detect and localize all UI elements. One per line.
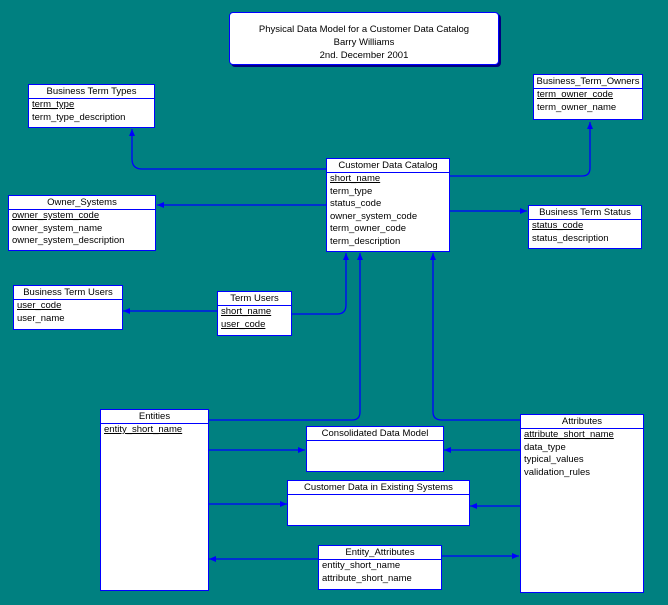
entity-attribute: attribute_short_name (322, 572, 412, 584)
entity-attribute: typical_values (524, 454, 584, 465)
entity-customer-data-in-existing-systems[interactable]: Customer Data in Existing Systems (287, 480, 470, 526)
entity-entities[interactable]: Entities entity_short_name (100, 409, 209, 591)
entity-name: Business Term Status (529, 206, 641, 220)
entity-attribute: short_name (221, 306, 272, 317)
entity-attribute: data_type (524, 441, 566, 453)
diagram-author: Barry Williams (333, 37, 395, 48)
rel-catalog-to-term-owners (450, 122, 593, 177)
entity-name: Owner_Systems (9, 196, 155, 210)
entity-name: Business Term Users (14, 286, 122, 300)
rel-entities-to-catalog (208, 253, 363, 421)
entity-name: Entity_Attributes (319, 546, 441, 560)
entity-attribute: term_description (330, 235, 401, 247)
entity-customer-data-catalog[interactable]: Customer Data Catalog short_name term_ty… (326, 158, 450, 252)
entity-attribute: user_code (17, 300, 62, 311)
entity-attribute: attribute_short_name (524, 429, 614, 440)
entity-attribute: status_code (532, 220, 584, 231)
entity-business-term-owners[interactable]: Business_Term_Owners term_owner_code ter… (533, 74, 643, 120)
entity-attribute: owner_system_code (12, 210, 100, 221)
entity-name: Business_Term_Owners (534, 75, 642, 89)
diagram-date: 2nd. December 2001 (319, 50, 409, 61)
entity-attribute: term_type (330, 185, 373, 197)
entity-attribute: owner_system_name (12, 222, 103, 234)
entity-attribute: owner_system_code (330, 210, 418, 222)
entity-name: Term Users (218, 292, 291, 306)
entity-name: Attributes (521, 415, 643, 429)
entity-name: Customer Data Catalog (327, 159, 449, 173)
entity-term-users[interactable]: Term Users short_name user_code (217, 291, 292, 336)
diagram-title: Physical Data Model for a Customer Data … (258, 24, 470, 35)
entity-business-term-users[interactable]: Business Term Users user_code user_name (13, 285, 123, 330)
entity-attribute: entity_short_name (104, 424, 183, 435)
entity-consolidated-data-model[interactable]: Consolidated Data Model (306, 426, 444, 472)
entity-name: Consolidated Data Model (307, 427, 443, 441)
entity-attribute: term_type_description (32, 111, 126, 123)
entity-business-term-types[interactable]: Business Term Types term_type term_type_… (28, 84, 155, 128)
entity-name: Business Term Types (29, 85, 154, 99)
rel-catalog-to-term-types (129, 129, 327, 170)
entity-attributes[interactable]: Attributes attribute_short_name data_typ… (520, 414, 644, 593)
entity-entity-attributes[interactable]: Entity_Attributes entity_short_name attr… (318, 545, 442, 590)
entity-attribute: term_type (32, 99, 75, 110)
entity-name: Entities (101, 410, 208, 424)
entity-attribute: term_owner_code (537, 89, 614, 100)
rel-attributes-to-catalog (430, 253, 520, 421)
entity-attribute: owner_system_description (12, 235, 125, 246)
entity-name: Customer Data in Existing Systems (288, 481, 469, 495)
entity-attribute: short_name (330, 173, 381, 184)
entity-owner-systems[interactable]: Owner_Systems owner_system_code owner_sy… (8, 195, 156, 251)
entity-attribute: term_owner_name (537, 101, 617, 113)
entity-business-term-status[interactable]: Business Term Status status_code status_… (528, 205, 642, 249)
diagram-title-box: Physical Data Model for a Customer Data … (229, 12, 499, 65)
entity-attribute: entity_short_name (322, 560, 401, 571)
entity-attribute: term_owner_code (330, 223, 407, 234)
entity-attribute: status_description (532, 232, 609, 244)
entity-attribute: user_code (221, 318, 266, 330)
entity-attribute: user_name (17, 312, 65, 324)
entity-attribute: status_code (330, 198, 382, 209)
rel-termusers-to-catalog (292, 253, 349, 315)
entity-attribute: validation_rules (524, 466, 591, 478)
